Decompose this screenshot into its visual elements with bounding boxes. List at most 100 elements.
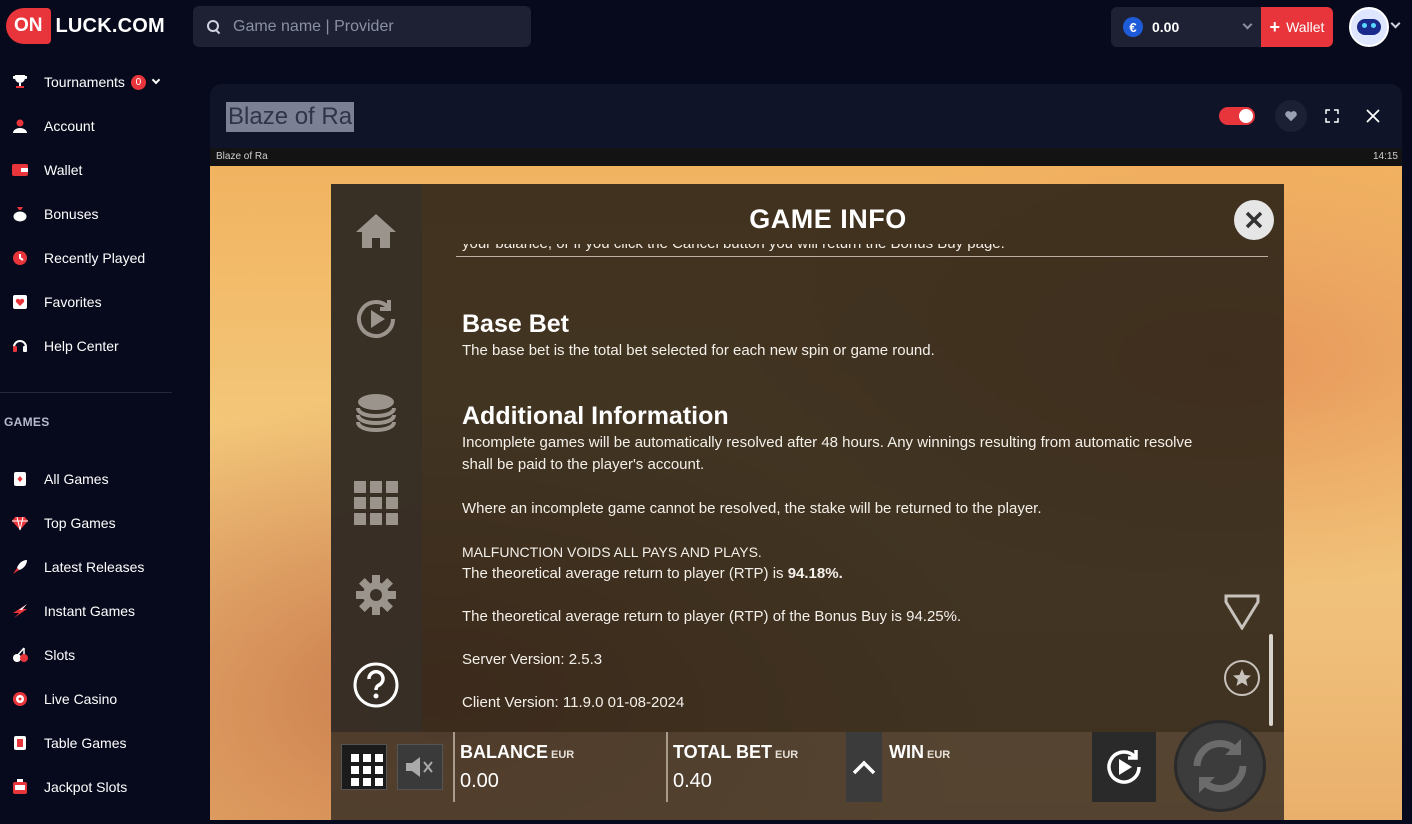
sidebar-item-table-games[interactable]: Table Games — [0, 721, 175, 765]
sidebar-item-label: Bonuses — [44, 206, 99, 222]
sidebar-item-label: Table Games — [44, 735, 127, 751]
close-modal-button[interactable] — [1234, 200, 1274, 240]
sidebar-item-wallet[interactable]: Wallet — [0, 148, 175, 192]
balance-label: BALANCE — [460, 742, 548, 762]
star-icon — [1233, 669, 1251, 686]
total-bet-label: TOTAL BET — [673, 742, 772, 762]
sidebar-item-instant-games[interactable]: Instant Games — [0, 589, 175, 633]
win-panel: WIN EUR — [889, 742, 950, 812]
search-icon — [207, 19, 221, 34]
sidebar-item-label: Wallet — [44, 162, 83, 178]
favorite-button[interactable] — [1275, 100, 1307, 132]
sidebar-item-recently-played[interactable]: Recently Played — [0, 236, 175, 280]
wallet-button[interactable]: + Wallet — [1261, 7, 1333, 47]
sidebar-item-bonuses[interactable]: Bonuses — [0, 192, 175, 236]
autoplay-button[interactable] — [1092, 732, 1156, 802]
autoplay-icon — [1107, 750, 1141, 784]
help-button[interactable] — [353, 662, 399, 708]
header-balance: 0.00 — [1152, 19, 1180, 35]
sidebar-item-top-games[interactable]: Top Games — [0, 501, 175, 545]
menu-grid-button[interactable] — [341, 744, 387, 790]
cards-icon — [12, 471, 28, 487]
sidebar-item-favorites[interactable]: Favorites — [0, 280, 175, 324]
site-logo[interactable]: ON LUCK.COM — [6, 8, 165, 44]
total-bet-unit: EUR — [775, 749, 799, 761]
card-table-icon — [12, 735, 28, 751]
chevron-up-icon — [852, 760, 876, 775]
search-bar[interactable] — [193, 6, 531, 47]
total-bet-panel[interactable]: TOTAL BET EUR 0.40 — [673, 742, 798, 812]
settings-button[interactable] — [353, 572, 399, 618]
rtp-paragraph: The theoretical average return to player… — [462, 563, 1202, 585]
star-button[interactable] — [1224, 660, 1260, 696]
shield-icon[interactable] — [1224, 594, 1260, 631]
chevron-down-icon[interactable] — [151, 75, 161, 85]
sidebar-item-tournaments[interactable]: Tournaments 0 — [0, 60, 175, 104]
paytable-button[interactable] — [353, 480, 399, 526]
sidebar-item-label: Live Casino — [44, 691, 118, 707]
game-bottom-bar: BALANCE EUR 0.00 TOTAL BET EUR 0.40 WIN EUR — [331, 720, 1284, 820]
sidebar-item-help-center[interactable]: Help Center — [0, 324, 175, 368]
sidebar-item-jackpot-slots[interactable]: Jackpot Slots — [0, 765, 175, 809]
server-version: Server Version: 2.5.3 — [462, 651, 603, 668]
spin-icon — [1193, 739, 1247, 793]
balance-value: 0.00 — [460, 770, 499, 792]
sidebar-item-live-casino[interactable]: Live Casino — [0, 677, 175, 721]
diamond-icon — [12, 515, 28, 531]
sidebar-item-account[interactable]: Account — [0, 104, 175, 148]
win-label: WIN — [889, 742, 924, 762]
lightning-icon — [12, 603, 28, 619]
win-unit: EUR — [927, 749, 951, 761]
balance-dropdown[interactable]: € 0.00 — [1111, 7, 1261, 47]
home-button[interactable] — [353, 208, 399, 254]
rocket-icon — [12, 559, 28, 575]
close-icon — [1366, 109, 1380, 123]
sidebar-item-latest-releases[interactable]: Latest Releases — [0, 545, 175, 589]
sidebar-item-label: Top Games — [44, 515, 116, 531]
bet-increase-button[interactable] — [846, 732, 882, 802]
paragraph: Where an incomplete game cannot be resol… — [462, 500, 1042, 517]
gear-icon — [356, 575, 396, 615]
rtp-value: 94.18%. — [787, 565, 843, 582]
sidebar-divider — [0, 392, 172, 393]
chevron-down-icon — [1242, 19, 1253, 30]
euro-icon: € — [1123, 17, 1143, 37]
bar-divider — [666, 732, 668, 802]
fullscreen-button[interactable] — [1316, 100, 1348, 132]
jackpot-icon — [12, 779, 28, 795]
sidebar-item-all-games[interactable]: All Games — [0, 457, 175, 501]
close-icon — [1245, 211, 1263, 229]
chevron-down-icon[interactable] — [1390, 18, 1401, 29]
balance-unit: EUR — [551, 749, 575, 761]
game-info-strip: Blaze of Ra 14:15 — [210, 148, 1402, 166]
rtp-text: The theoretical average return to player… — [462, 565, 788, 582]
bet-menu-button[interactable] — [353, 388, 399, 434]
scrollbar[interactable] — [1269, 634, 1273, 726]
modal-title: GAME INFO — [749, 204, 907, 234]
sidebar-item-slots[interactable]: Slots — [0, 633, 175, 677]
question-icon — [353, 662, 399, 708]
spin-button[interactable] — [1174, 720, 1266, 812]
tournaments-badge: 0 — [130, 74, 146, 90]
games-section-label: GAMES — [4, 415, 50, 429]
avatar[interactable] — [1349, 7, 1389, 47]
heart-icon — [1285, 111, 1297, 122]
mute-icon — [406, 757, 433, 777]
sidebar-item-label: Help Center — [44, 338, 119, 354]
game-canvas[interactable]: GAME INFO your balance, or if you click … — [210, 166, 1402, 820]
sidebar: Tournaments 0 Account Wallet Bonuses Rec… — [0, 60, 175, 824]
close-game-button[interactable] — [1357, 100, 1389, 132]
search-input[interactable] — [233, 17, 513, 36]
sidebar-item-label: Latest Releases — [44, 559, 145, 575]
autoplay-icon — [357, 300, 395, 339]
roulette-icon — [12, 691, 28, 707]
autoplay-menu-button[interactable] — [353, 296, 399, 342]
client-version: Client Version: 11.9.0 01-08-2024 — [462, 694, 685, 711]
sidebar-item-label: Favorites — [44, 294, 102, 310]
sidebar-item-label: Instant Games — [44, 603, 136, 619]
strip-clock: 14:15 — [1372, 151, 1398, 162]
truncated-paragraph: your balance, or if you click the Cancel… — [462, 244, 1005, 256]
strip-game-title: Blaze of Ra — [216, 151, 268, 162]
real-play-toggle[interactable] — [1219, 107, 1255, 125]
sound-toggle-button[interactable] — [397, 744, 443, 790]
